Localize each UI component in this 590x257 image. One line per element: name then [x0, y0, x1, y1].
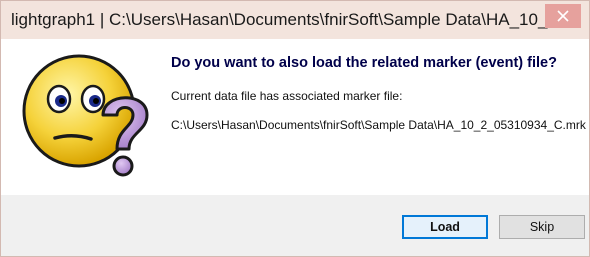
skip-button[interactable]: Skip: [499, 215, 585, 239]
dialog-heading: Do you want to also load the related mar…: [171, 55, 557, 71]
close-button[interactable]: [545, 4, 581, 28]
dialog-message: Current data file has associated marker …: [171, 89, 403, 103]
confused-question-emoticon-icon: [22, 54, 149, 177]
dialog-content: Do you want to also load the related mar…: [1, 39, 589, 195]
window-title: lightgraph1 | C:\Users\Hasan\Documents\f…: [11, 10, 551, 29]
dialog-window: lightgraph1 | C:\Users\Hasan\Documents\f…: [0, 0, 590, 257]
marker-file-path: C:\Users\Hasan\Documents\fnirSoft\Sample…: [171, 118, 586, 132]
title-bar[interactable]: lightgraph1 | C:\Users\Hasan\Documents\f…: [1, 1, 589, 39]
load-button[interactable]: Load: [402, 215, 488, 239]
close-icon: [557, 10, 569, 22]
button-bar: Load Skip: [1, 195, 589, 256]
